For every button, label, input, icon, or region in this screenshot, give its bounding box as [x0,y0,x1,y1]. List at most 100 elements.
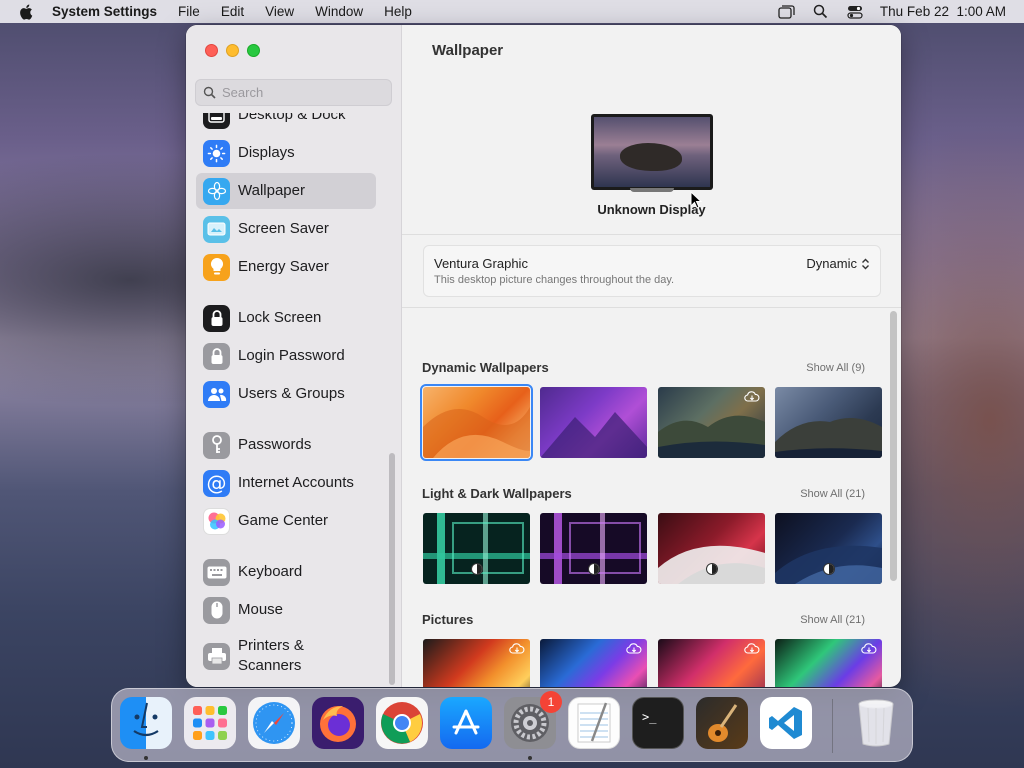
dock-launchpad[interactable] [184,697,236,749]
app-name-menu[interactable]: System Settings [52,4,157,19]
light-dark-badge-icon [823,563,835,575]
menu-window[interactable]: Window [315,4,363,19]
show-all-dynamic-button[interactable]: Show All (9) [806,362,865,374]
wallpaper-thumb-catalina-island[interactable] [775,387,882,458]
sidebar-item-internet-accounts[interactable]: @ Internet Accounts [196,465,376,501]
sidebar-item-label: Lock Screen [238,309,322,326]
wallpaper-thumb-picture-3[interactable] [658,639,765,687]
notification-badge: 1 [540,691,562,713]
dock-safari[interactable] [248,697,300,749]
svg-text:>_: >_ [642,710,657,724]
spotlight-search-icon[interactable] [812,4,830,20]
menu-clock[interactable]: Thu Feb 22 1:00 AM [880,4,1006,19]
wallpaper-thumb-ventura-graphic[interactable] [420,384,533,461]
menu-file[interactable]: File [178,4,200,19]
dock-system-settings[interactable]: 1 [504,691,562,749]
lock-icon [203,342,230,370]
vscode-icon [769,707,802,739]
current-wallpaper-name: Ventura Graphic [434,256,528,271]
key-icon [203,431,230,459]
show-all-light-dark-button[interactable]: Show All (21) [800,488,865,500]
sidebar-item-desktop-dock[interactable]: Desktop & Dock [196,113,376,133]
sidebar-item-displays[interactable]: Displays [196,135,376,171]
section-title-light-dark: Light & Dark Wallpapers [422,486,572,501]
cloud-download-icon [744,643,760,654]
app-store-icon [452,709,480,735]
sidebar-item-label: Displays [238,144,295,161]
wallpaper-thumb-macbook-pro-purple[interactable] [540,513,647,584]
close-button[interactable] [205,44,218,57]
display-preview[interactable] [591,114,713,190]
menu-view[interactable]: View [265,4,294,19]
dock-vscode[interactable] [760,697,812,749]
sidebar-item-label: Users & Groups [238,385,345,402]
content-scrollbar[interactable] [890,311,897,581]
sidebar-item-game-center[interactable]: Game Center [196,503,376,539]
dock-textedit[interactable] [568,697,620,749]
wallpaper-gallery: Dynamic Wallpapers Show All (9) Light & … [402,307,901,687]
sidebar-item-label: Mouse [238,601,284,618]
dock-trash[interactable] [850,697,902,749]
show-all-pictures-button[interactable]: Show All (21) [800,614,865,626]
wallpaper-thumb-picture-4[interactable] [775,639,882,687]
light-dark-badge-icon [471,563,483,575]
dock: 1 >_ [111,688,913,762]
keyboard-icon [203,558,230,586]
sidebar-item-printers-scanners[interactable]: Printers & Scanners [196,634,376,678]
sidebar-item-wallpaper[interactable]: Wallpaper [196,173,376,209]
wallpaper-thumb-picture-2[interactable] [540,639,647,687]
wallpaper-thumb-monterey-graphic[interactable] [540,387,647,458]
wallpaper-thumb-big-sur-red[interactable] [658,513,765,584]
sidebar-item-screen-saver[interactable]: Screen Saver [196,211,376,247]
sidebar-item-users-groups[interactable]: Users & Groups [196,376,376,412]
dock-instruments[interactable] [696,697,748,749]
sidebar-item-label: Printers & Scanners [238,637,304,674]
menu-edit[interactable]: Edit [221,4,244,19]
sidebar-search[interactable] [195,79,392,106]
cloud-download-icon [509,643,525,654]
sidebar-item-label: Keyboard [238,563,303,580]
dock-terminal[interactable]: >_ [632,697,684,749]
current-wallpaper-card: Ventura Graphic This desktop picture cha… [423,245,881,297]
sidebar-item-lock-screen[interactable]: Lock Screen [196,300,376,336]
search-input[interactable] [222,85,382,100]
minimize-button[interactable] [226,44,239,57]
menu-help[interactable]: Help [384,4,412,19]
apple-menu-icon[interactable] [18,3,36,21]
sidebar-item-mouse[interactable]: Mouse [196,592,376,628]
page-title: Wallpaper [432,42,504,59]
section-title-pictures: Pictures [422,612,474,627]
dock-finder[interactable] [120,697,172,749]
light-dark-badge-icon [588,563,600,575]
zoom-button[interactable] [247,44,260,57]
chrome-icon [381,702,423,744]
wallpaper-thumb-picture-1[interactable] [423,639,530,687]
sidebar-item-label: Login Password [238,347,345,364]
wallpaper-thumb-catalina-coast[interactable] [658,387,765,458]
dock-firefox[interactable] [312,697,364,749]
sidebar-item-keyboard[interactable]: Keyboard [196,554,376,590]
users-icon [203,380,230,408]
sidebar-item-label: Energy Saver [238,258,329,275]
sidebar-item-login-password[interactable]: Login Password [196,338,376,374]
sidebar-item-label: Wallpaper [238,182,305,199]
light-dark-badge-icon [706,563,718,575]
sidebar-item-energy-saver[interactable]: Energy Saver [196,249,376,285]
cloud-download-icon [861,643,877,654]
sidebar-list: Desktop & Dock Displays Wallpaper Screen… [186,113,402,687]
flower-icon [203,177,230,205]
wallpaper-thumb-macbook-pro-green[interactable] [423,513,530,584]
guitar-icon [708,704,738,742]
bulb-icon [203,253,230,281]
control-center-icon[interactable] [846,4,864,20]
settings-window: Desktop & Dock Displays Wallpaper Screen… [186,25,901,687]
window-switch-icon[interactable] [778,4,796,20]
dock-app-store[interactable] [440,697,492,749]
appearance-mode-popup[interactable]: Dynamic [806,256,870,271]
sidebar-scrollbar[interactable] [389,453,395,685]
sidebar-item-passwords[interactable]: Passwords [196,427,376,463]
screen-saver-icon [203,215,230,243]
dock-chrome[interactable] [376,697,428,749]
wallpaper-thumb-big-sur-blue[interactable] [775,513,882,584]
dock-icon [203,113,230,129]
